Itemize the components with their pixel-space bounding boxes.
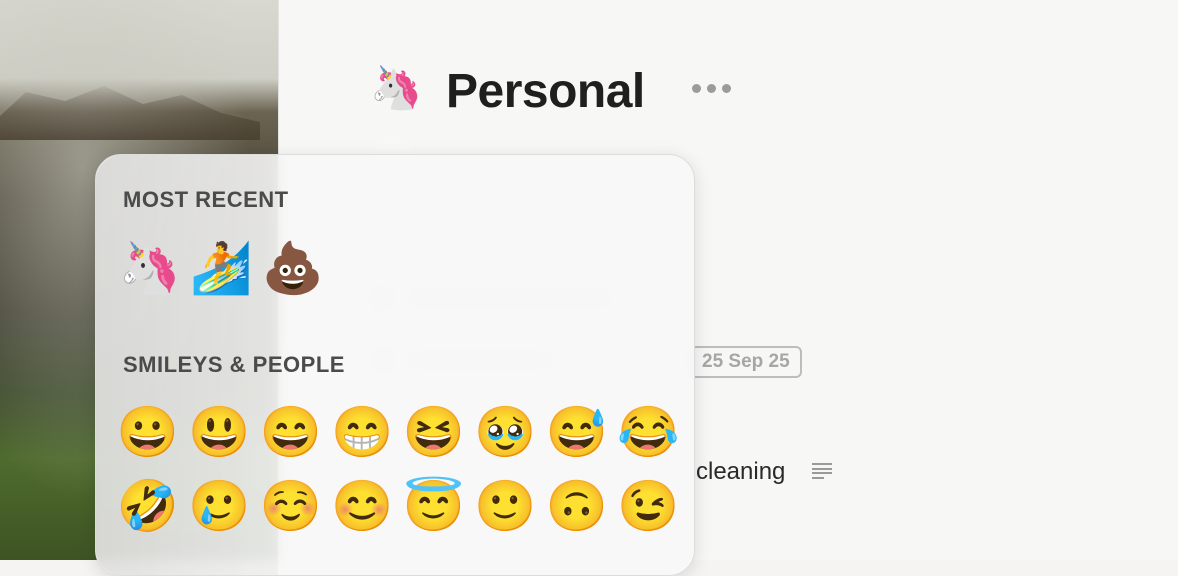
emoji-smiling-with-tear[interactable]: 🥲 bbox=[184, 469, 256, 543]
emoji-upside-down[interactable]: 🙃 bbox=[541, 469, 613, 543]
emoji-squinting-face[interactable]: 😆 bbox=[398, 395, 470, 469]
notes-icon bbox=[812, 463, 832, 479]
emoji-grinning-face[interactable]: 😀 bbox=[112, 395, 184, 469]
task-title[interactable]: cleaning bbox=[696, 458, 785, 486]
more-options-icon[interactable] bbox=[692, 84, 731, 93]
emoji-slight-smile[interactable]: 🙂 bbox=[470, 469, 542, 543]
recent-emoji-grid: 🦄 🏄 💩 bbox=[114, 231, 686, 305]
emoji-poo[interactable]: 💩 bbox=[257, 231, 329, 305]
emoji-beaming-face[interactable]: 😁 bbox=[327, 395, 399, 469]
section-title-most-recent: MOST RECENT bbox=[123, 187, 289, 212]
emoji-grinning-smiling-eyes[interactable]: 😄 bbox=[255, 395, 327, 469]
emoji-surfer[interactable]: 🏄 bbox=[186, 231, 258, 305]
page-title[interactable]: Personal bbox=[446, 64, 645, 119]
emoji-sweat-smile[interactable]: 😅 bbox=[541, 395, 613, 469]
section-title-smileys-people: SMILEYS & PEOPLE bbox=[123, 352, 345, 377]
emoji-halo[interactable]: 😇 bbox=[398, 469, 470, 543]
emoji-smiling-face[interactable]: ☺️ bbox=[255, 469, 327, 543]
emoji-blush[interactable]: 😊 bbox=[327, 469, 399, 543]
emoji-picker-popover: MOST RECENT 🦄 🏄 💩 SMILEYS & PEOPLE 😀 😃 😄… bbox=[95, 154, 695, 576]
emoji-wink[interactable]: 😉 bbox=[613, 469, 685, 543]
header-emoji-button[interactable]: 🦄 bbox=[370, 67, 422, 109]
emoji-tears-of-joy[interactable]: 😂 bbox=[613, 395, 685, 469]
emoji-holding-back-tears[interactable]: 🥹 bbox=[470, 395, 542, 469]
date-tag[interactable]: 25 Sep 25 bbox=[690, 346, 802, 378]
smileys-emoji-grid: 😀 😃 😄 😁 😆 🥹 😅 😂 🤣 🥲 ☺️ 😊 😇 🙂 🙃 😉 bbox=[112, 395, 684, 543]
emoji-grinning-big-eyes[interactable]: 😃 bbox=[184, 395, 256, 469]
emoji-unicorn[interactable]: 🦄 bbox=[114, 231, 186, 305]
emoji-rolling-laughing[interactable]: 🤣 bbox=[112, 469, 184, 543]
